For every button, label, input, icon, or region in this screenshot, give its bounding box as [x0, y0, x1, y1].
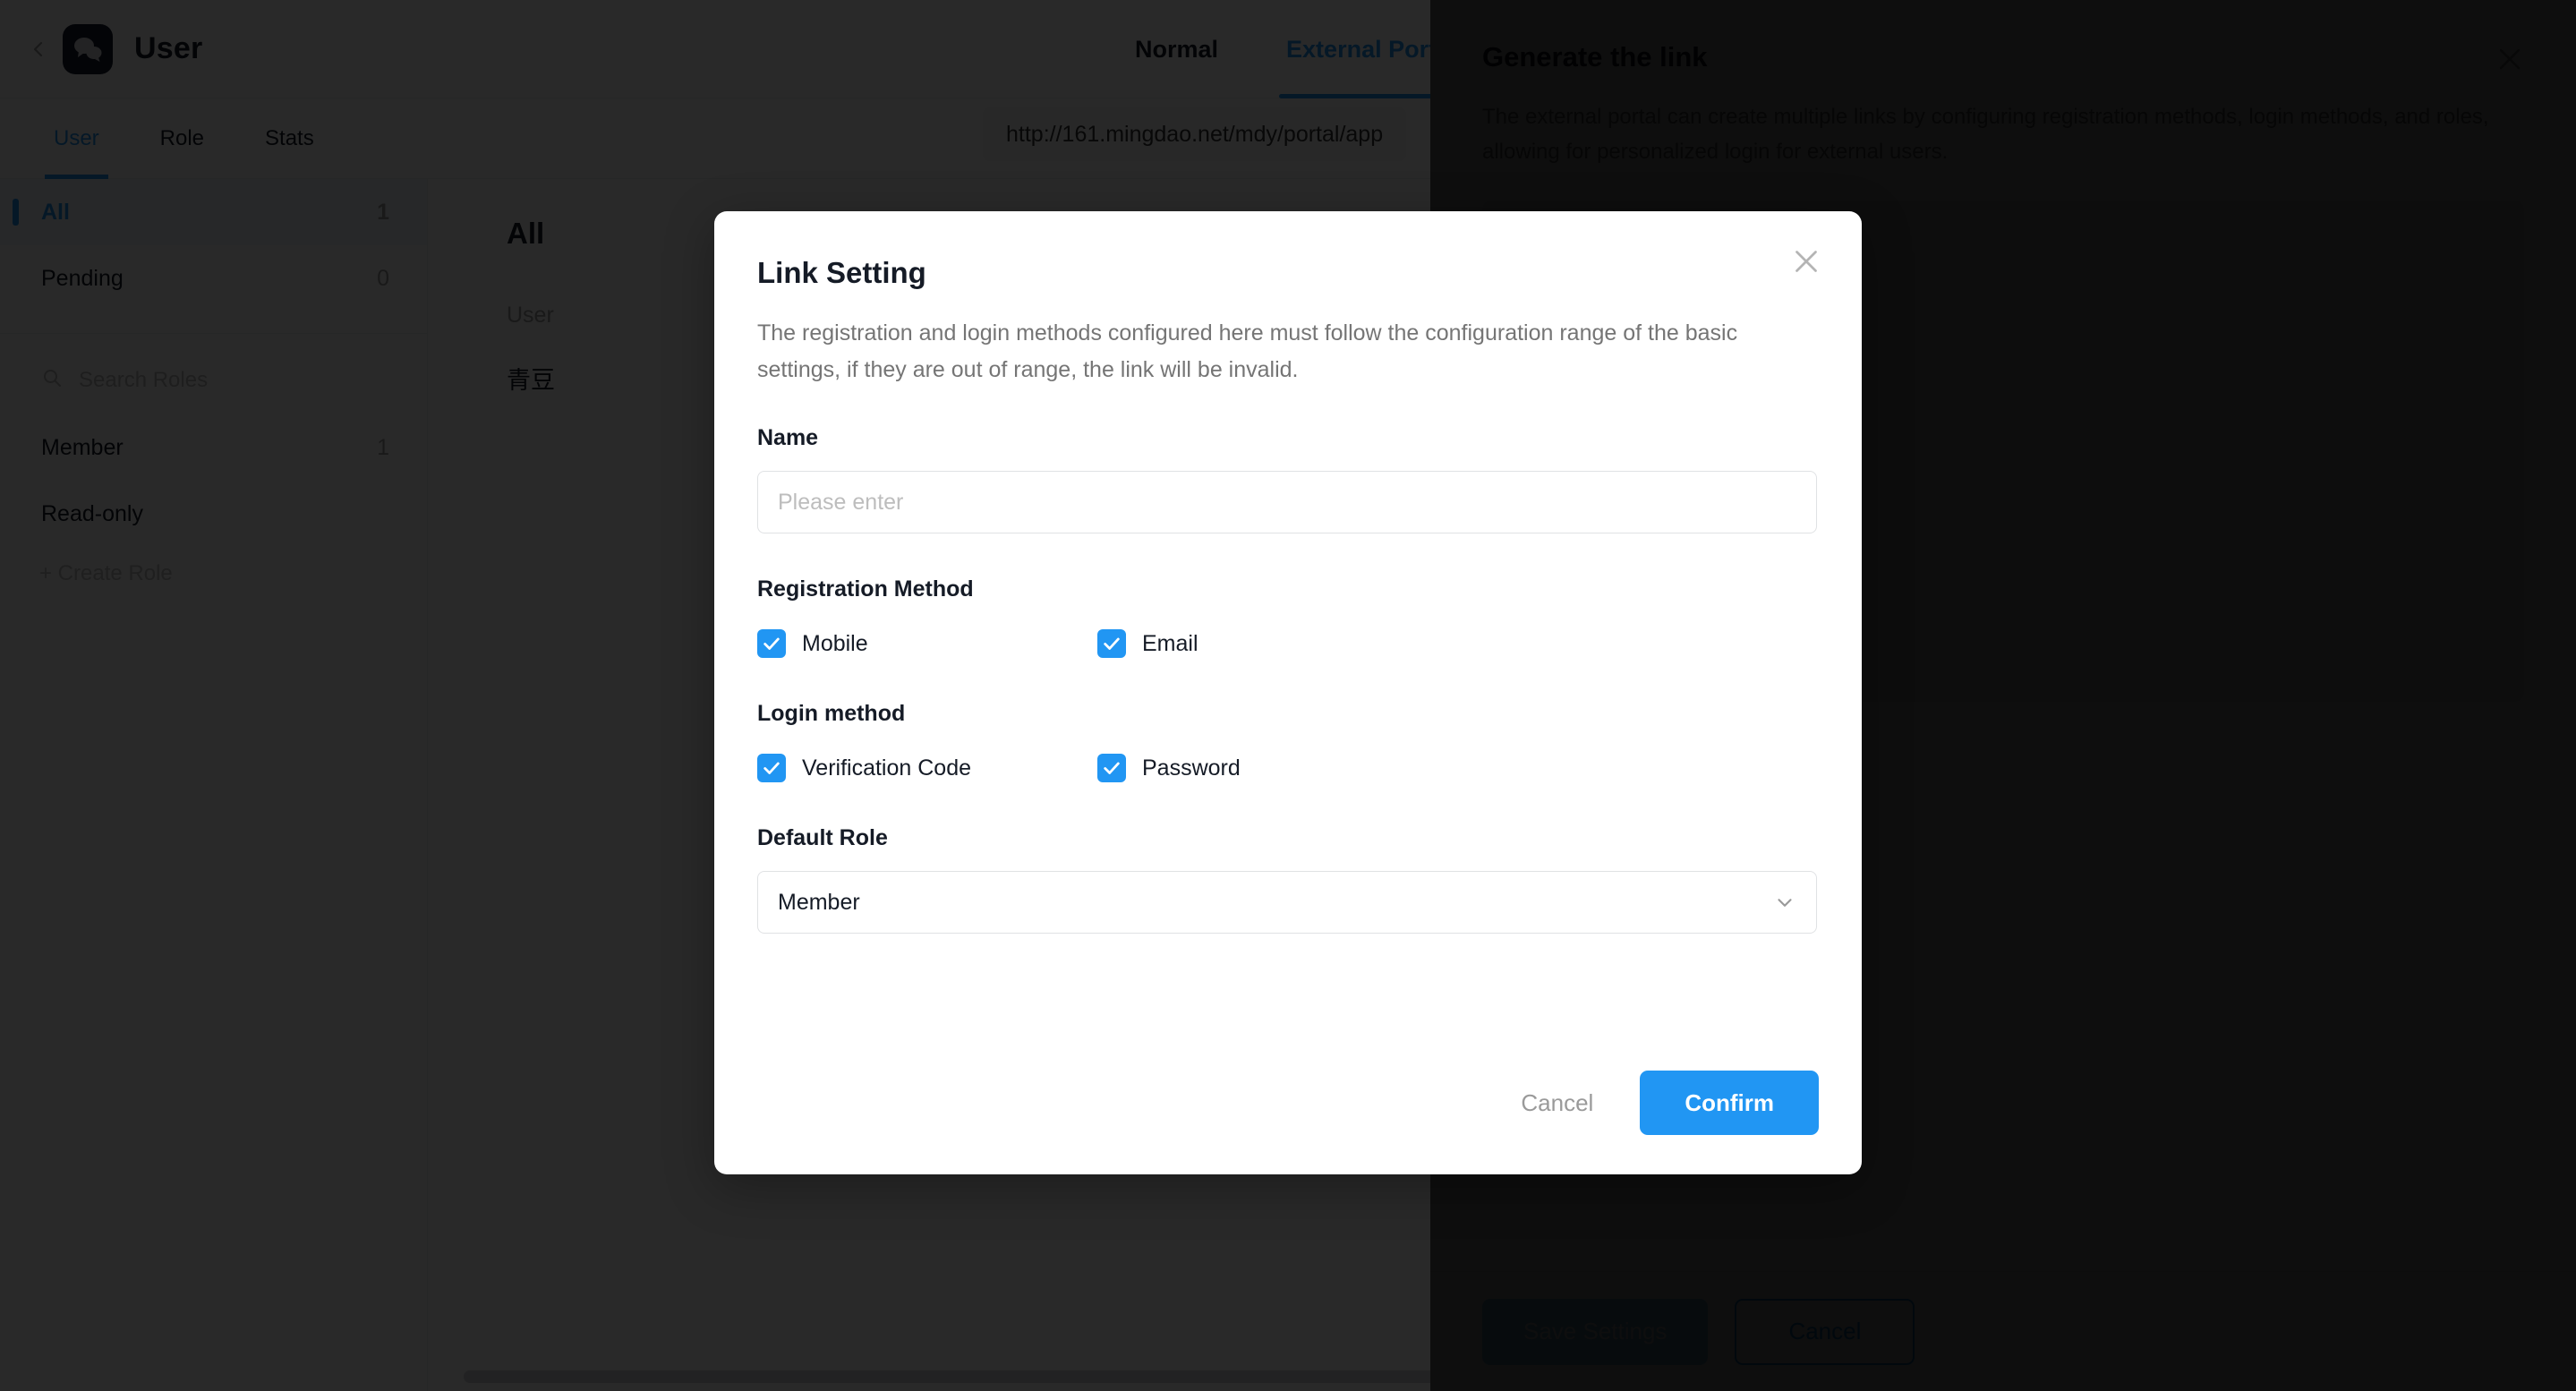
checkbox-email-label: Email: [1142, 630, 1198, 656]
modal-title: Link Setting: [757, 256, 926, 289]
default-role-value: Member: [778, 889, 860, 915]
cancel-button[interactable]: Cancel: [1485, 1071, 1629, 1135]
modal-description: The registration and login methods confi…: [757, 320, 1738, 382]
login-method-options: Verification Code Password: [757, 754, 1819, 782]
screen: User Normal External Portal User Role St…: [0, 0, 2576, 1391]
default-role-select[interactable]: Member: [757, 871, 1817, 934]
name-placeholder: Please enter: [778, 489, 904, 515]
check-icon: [757, 754, 786, 782]
close-icon[interactable]: [1783, 238, 1830, 285]
checkbox-password-label: Password: [1142, 755, 1241, 781]
check-icon: [1097, 754, 1126, 782]
checkbox-verification-code-label: Verification Code: [802, 755, 972, 781]
confirm-button[interactable]: Confirm: [1640, 1071, 1819, 1135]
checkbox-verification-code[interactable]: Verification Code: [757, 754, 1097, 782]
chevron-down-icon: [1773, 891, 1796, 914]
name-field[interactable]: Please enter: [757, 471, 1817, 533]
checkbox-email[interactable]: Email: [1097, 629, 1198, 658]
check-icon: [757, 629, 786, 658]
check-icon: [1097, 629, 1126, 658]
login-method-label: Login method: [757, 701, 906, 726]
modal-footer: Cancel Confirm: [1485, 1071, 1819, 1135]
registration-method-options: Mobile Email: [757, 629, 1819, 658]
checkbox-mobile-label: Mobile: [802, 630, 868, 656]
link-setting-modal: Link Setting The registration and login …: [714, 211, 1862, 1174]
registration-method-label: Registration Method: [757, 576, 974, 602]
checkbox-mobile[interactable]: Mobile: [757, 629, 1097, 658]
checkbox-password[interactable]: Password: [1097, 754, 1241, 782]
name-label: Name: [757, 425, 819, 450]
default-role-label: Default Role: [757, 825, 888, 850]
